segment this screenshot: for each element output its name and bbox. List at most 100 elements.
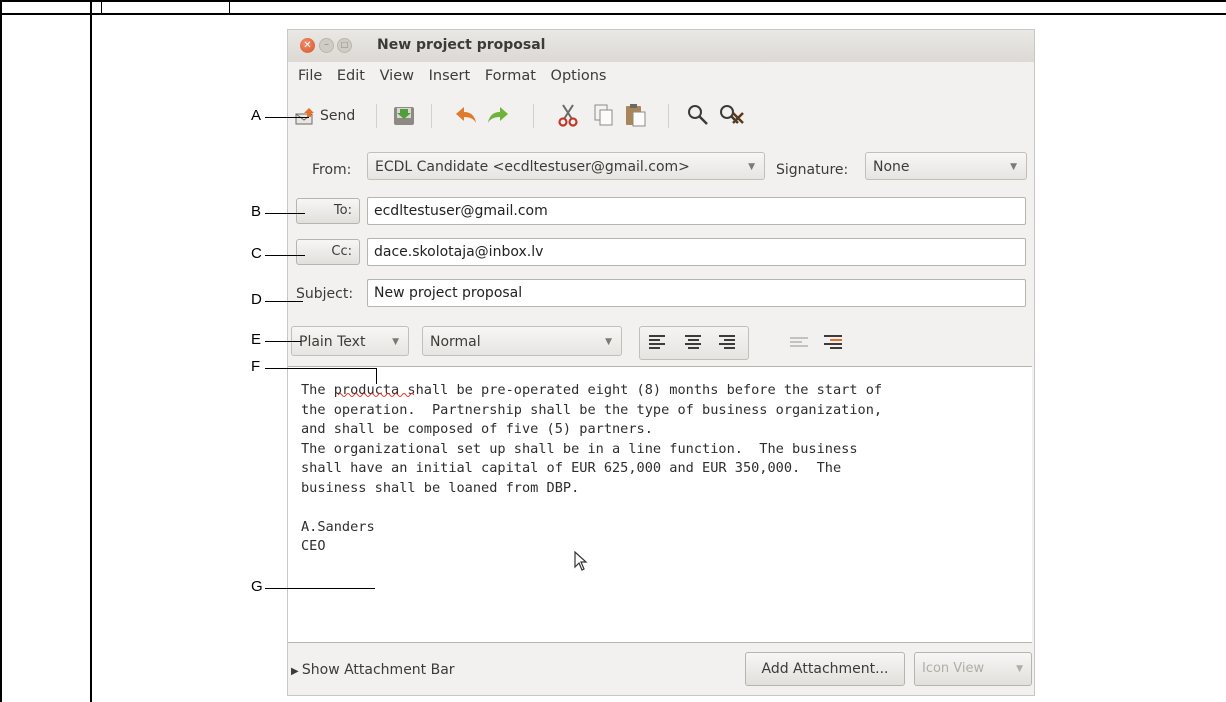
attachment-bar-label: Show Attachment Bar	[301, 662, 455, 678]
replace-icon	[720, 105, 744, 124]
from-value: ECDL Candidate <ecdltestuser@gmail.com>	[375, 159, 690, 175]
toolbar-separator	[668, 104, 669, 128]
paragraph-style-value: Normal	[430, 334, 481, 350]
cut-icon	[558, 104, 578, 127]
redo-button[interactable]	[485, 102, 511, 128]
to-field[interactable]: ecdltestuser@gmail.com	[367, 197, 1026, 225]
menu-insert[interactable]: Insert	[429, 68, 471, 84]
paragraph-style-select[interactable]: Normal ▼	[422, 326, 622, 356]
icon-view-button[interactable]: Icon View ▼	[914, 652, 1032, 686]
icon-view-label: Icon View	[922, 661, 985, 676]
minimize-window-button[interactable]: –	[319, 38, 334, 53]
callout-a: A	[251, 107, 262, 124]
close-window-button[interactable]: ✕	[300, 38, 315, 53]
chevron-down-icon: ▼	[1016, 664, 1023, 674]
message-line: business shall be loaned from DBP.	[301, 479, 580, 496]
outdent-icon	[790, 337, 808, 347]
signature-label: Signature:	[776, 162, 849, 178]
chevron-down-icon: ▼	[392, 337, 399, 347]
callout-g: G	[251, 578, 263, 595]
toolbar-separator	[431, 104, 432, 128]
align-right-icon	[719, 335, 735, 349]
table-inner-border	[101, 0, 102, 14]
spellcheck-underline	[338, 393, 415, 397]
send-label: Send	[320, 108, 356, 124]
menu-file[interactable]: File	[298, 68, 322, 84]
chevron-down-icon: ▼	[748, 162, 755, 172]
message-line: CEO	[301, 538, 326, 554]
cc-button[interactable]: Cc:	[296, 239, 360, 265]
align-center-button[interactable]	[678, 327, 708, 357]
callout-e-line	[265, 341, 301, 342]
to-button[interactable]: To:	[296, 198, 360, 224]
triangle-right-icon: ▶	[291, 666, 302, 677]
paste-button[interactable]	[623, 102, 649, 128]
toolbar-separator	[533, 104, 534, 128]
outdent-button[interactable]	[784, 327, 814, 357]
indent-icon	[824, 335, 842, 349]
toolbar-separator	[376, 104, 377, 128]
cut-button[interactable]	[555, 102, 581, 128]
window-title: New project proposal	[377, 37, 546, 53]
callout-f: F	[251, 358, 261, 375]
align-center-icon	[685, 335, 701, 349]
message-line: and shall be composed of five (5) partne…	[301, 421, 653, 437]
undo-icon	[456, 107, 476, 123]
save-button[interactable]	[391, 102, 417, 128]
table-column-border	[90, 0, 92, 702]
callout-d: D	[251, 291, 262, 308]
callout-f-drop	[376, 368, 377, 384]
menu-edit[interactable]: Edit	[337, 68, 365, 84]
menu-view[interactable]: View	[380, 68, 414, 84]
table-left-border	[0, 0, 2, 702]
format-mode-select[interactable]: Plain Text ▼	[291, 326, 409, 356]
signature-select[interactable]: None ▼	[865, 152, 1027, 180]
save-icon	[394, 107, 414, 125]
compose-window: ✕ – □ New project proposal File Edit Vie…	[287, 29, 1035, 696]
message-text: The producta shall be pre-operated eight…	[301, 381, 882, 557]
chevron-down-icon: ▼	[605, 337, 612, 347]
replace-button[interactable]	[719, 102, 745, 128]
indent-button[interactable]	[818, 327, 848, 357]
attachment-bar-toggle[interactable]: ▶ Show Attachment Bar	[291, 662, 455, 678]
message-line: shall have an initial capital of EUR 625…	[301, 460, 842, 476]
send-icon	[295, 108, 314, 125]
table-top-border	[0, 0, 1226, 2]
from-select[interactable]: ECDL Candidate <ecdltestuser@gmail.com> …	[367, 152, 765, 180]
callout-b: B	[251, 203, 262, 220]
find-button[interactable]	[685, 102, 711, 128]
undo-button[interactable]	[453, 102, 479, 128]
menu-bar: File Edit View Insert Format Options	[298, 68, 616, 84]
callout-c-line	[265, 255, 305, 256]
callout-a-line	[265, 117, 309, 118]
toolbar: Send	[293, 98, 1023, 134]
send-button[interactable]: Send	[295, 102, 355, 130]
subject-label: Subject:	[296, 286, 354, 302]
table-inner-border-2	[229, 0, 230, 14]
message-line: the operation. Partnership shall be the …	[301, 401, 883, 418]
format-mode-value: Plain Text	[299, 334, 366, 350]
copy-icon	[594, 104, 613, 126]
signature-value: None	[873, 159, 910, 175]
menu-format[interactable]: Format	[485, 68, 536, 84]
callout-c: C	[251, 245, 262, 262]
table-row-border	[0, 13, 1226, 15]
copy-button[interactable]	[591, 102, 617, 128]
chevron-down-icon: ▼	[1010, 162, 1017, 172]
align-left-button[interactable]	[642, 327, 672, 357]
callout-g-line	[265, 588, 375, 589]
title-bar: ✕ – □ New project proposal	[288, 30, 1034, 62]
message-body[interactable]: The producta shall be pre-operated eight…	[288, 366, 1032, 643]
callout-e: E	[251, 331, 262, 348]
align-left-icon	[649, 335, 665, 349]
callout-b-line	[265, 213, 305, 214]
menu-options[interactable]: Options	[551, 68, 607, 84]
redo-icon	[488, 107, 508, 123]
align-right-button[interactable]	[712, 327, 742, 357]
message-line: The organizational set up shall be in a …	[301, 440, 858, 457]
find-icon	[688, 105, 708, 125]
subject-field[interactable]: New project proposal	[367, 279, 1026, 307]
cc-field[interactable]: dace.skolotaja@inbox.lv	[367, 238, 1026, 266]
add-attachment-button[interactable]: Add Attachment...	[745, 652, 905, 686]
maximize-window-button[interactable]: □	[337, 38, 352, 53]
